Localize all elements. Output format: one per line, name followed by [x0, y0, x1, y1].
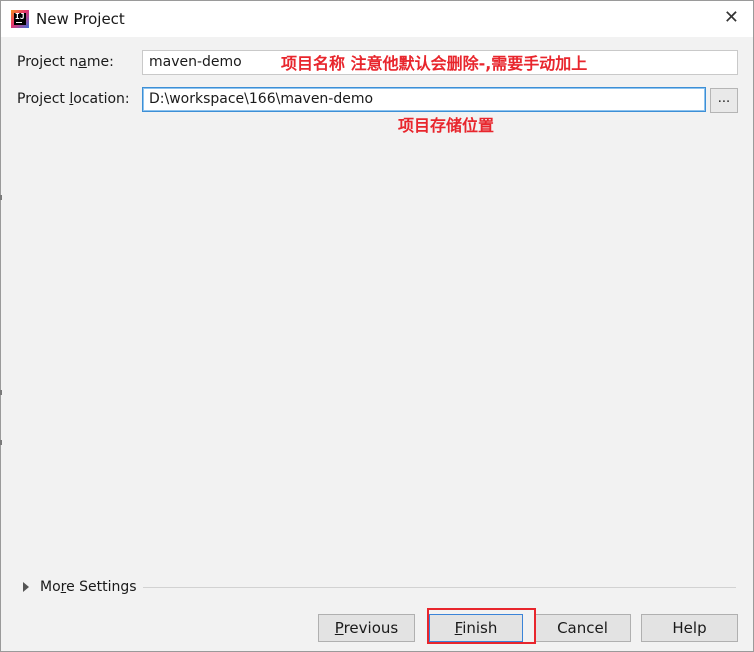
new-project-dialog: IJ New Project ✕ Project name: maven-dem…: [0, 0, 754, 652]
title-bar[interactable]: IJ New Project ✕: [1, 1, 753, 37]
previous-button[interactable]: Previous: [318, 614, 415, 642]
project-location-label: Project location:: [17, 91, 130, 107]
finish-highlight-box: [427, 608, 536, 644]
edge-mark: [0, 195, 2, 200]
help-button[interactable]: Help: [641, 614, 738, 642]
close-icon[interactable]: ✕: [724, 7, 739, 28]
project-location-input[interactable]: D:\workspace\166\maven-demo: [142, 87, 706, 112]
edge-mark: [0, 440, 2, 445]
intellij-app-icon: IJ: [11, 10, 29, 28]
project-name-label: Project name:: [17, 54, 114, 70]
expand-triangle-icon: [23, 582, 29, 592]
cancel-button[interactable]: Cancel: [534, 614, 631, 642]
project-location-annotation: 项目存储位置: [398, 116, 495, 135]
more-settings-toggle[interactable]: More Settings: [23, 579, 137, 595]
dialog-title: New Project: [36, 10, 125, 28]
more-settings-label: More Settings: [40, 579, 137, 595]
edge-mark: [0, 390, 2, 395]
browse-button[interactable]: ...: [710, 88, 738, 113]
more-settings-divider: [143, 587, 736, 588]
project-name-annotation: 项目名称 注意他默认会删除-,需要手动加上: [281, 54, 588, 73]
